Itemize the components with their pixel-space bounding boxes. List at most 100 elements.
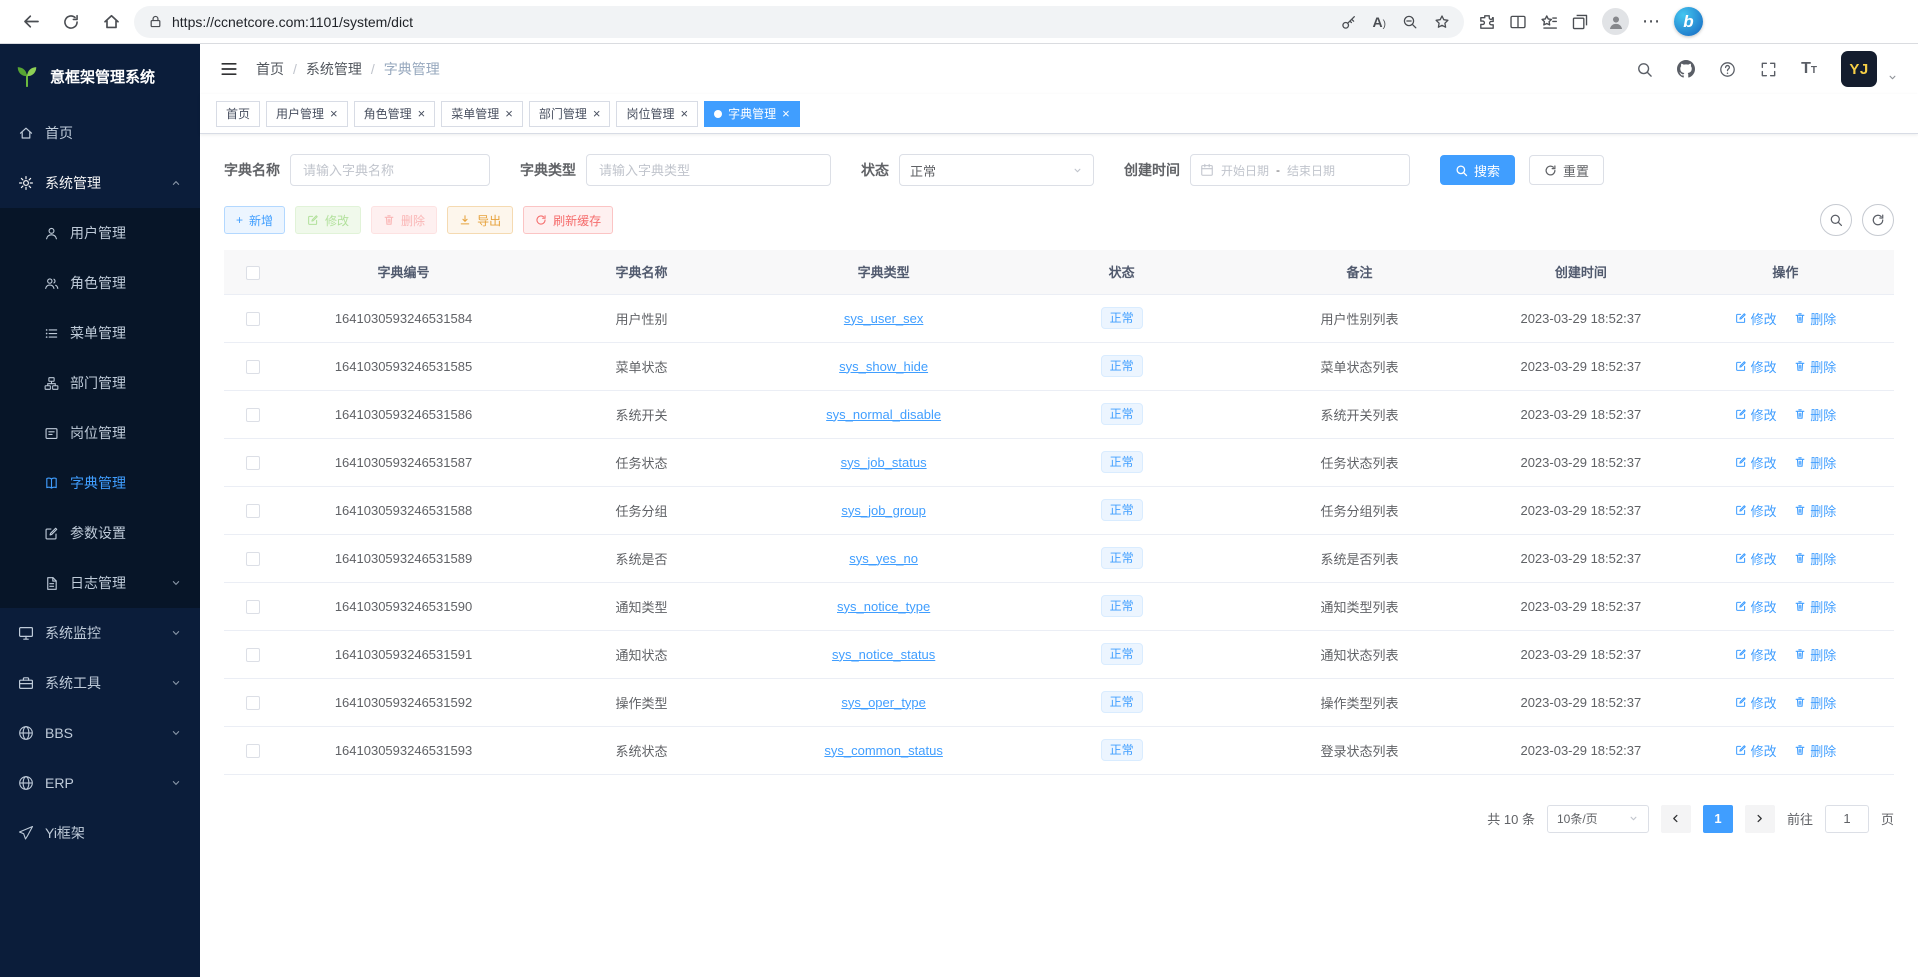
row-checkbox[interactable]	[246, 456, 260, 470]
sidebar-toggle[interactable]	[220, 60, 238, 78]
sidebar-item-user-mgmt[interactable]: 用户管理	[0, 208, 200, 258]
row-delete-link[interactable]: 删除	[1794, 741, 1836, 760]
row-checkbox[interactable]	[246, 744, 260, 758]
bing-copilot-button[interactable]: b	[1674, 7, 1703, 36]
table-header-cell[interactable]: 状态	[1009, 250, 1234, 294]
dict-type-input[interactable]	[586, 154, 831, 186]
dict-type-link[interactable]: sys_normal_disable	[826, 407, 941, 422]
tab-item[interactable]: 菜单管理 ×	[441, 101, 523, 127]
row-edit-link[interactable]: 修改	[1735, 549, 1777, 568]
row-edit-link[interactable]: 修改	[1735, 501, 1777, 520]
row-edit-link[interactable]: 修改	[1735, 741, 1777, 760]
tab-close-icon[interactable]: ×	[680, 107, 688, 120]
dict-type-link[interactable]: sys_job_status	[841, 455, 927, 470]
row-checkbox[interactable]	[246, 648, 260, 662]
add-button[interactable]: + 新增	[224, 206, 285, 234]
sidebar-item-post-mgmt[interactable]: 岗位管理	[0, 408, 200, 458]
collections-icon[interactable]	[1571, 13, 1589, 31]
refresh-button[interactable]	[54, 5, 88, 39]
font-size-icon[interactable]: TT	[1801, 60, 1817, 78]
tab-close-icon[interactable]: ×	[330, 107, 338, 120]
row-checkbox[interactable]	[246, 504, 260, 518]
zoom-out-icon[interactable]	[1402, 14, 1418, 30]
breadcrumb-item-home[interactable]: 首页	[256, 59, 284, 79]
row-delete-link[interactable]: 删除	[1794, 405, 1836, 424]
next-page-button[interactable]	[1745, 805, 1775, 833]
header-search-icon[interactable]	[1636, 61, 1653, 78]
export-button[interactable]: 导出	[447, 206, 513, 234]
goto-page-input[interactable]	[1825, 805, 1869, 833]
dict-type-link[interactable]: sys_common_status	[824, 743, 943, 758]
sidebar-item-log-mgmt[interactable]: 日志管理	[0, 558, 200, 608]
reset-button[interactable]: 重置	[1529, 155, 1604, 185]
sidebar-item-yi-framework[interactable]: Yi框架	[0, 808, 200, 858]
dict-type-link[interactable]: sys_notice_status	[832, 647, 935, 662]
delete-button[interactable]: 删除	[371, 206, 437, 234]
row-delete-link[interactable]: 删除	[1794, 693, 1836, 712]
row-delete-link[interactable]: 删除	[1794, 453, 1836, 472]
row-delete-link[interactable]: 删除	[1794, 501, 1836, 520]
user-logo[interactable]: YJ	[1841, 51, 1877, 87]
row-edit-link[interactable]: 修改	[1735, 453, 1777, 472]
table-header-cell[interactable]: 字典类型	[758, 250, 1009, 294]
tab-close-icon[interactable]: ×	[593, 107, 601, 120]
github-icon[interactable]	[1677, 60, 1695, 78]
settings-menu-button[interactable]: ⋯	[1642, 11, 1661, 32]
table-header-cell[interactable]: 操作	[1677, 250, 1894, 294]
tab-item[interactable]: 用户管理 ×	[266, 101, 348, 127]
tab-item[interactable]: 部门管理 ×	[529, 101, 611, 127]
refresh-cache-button[interactable]: 刷新缓存	[523, 206, 613, 234]
tab-item[interactable]: 角色管理 ×	[354, 101, 436, 127]
row-checkbox[interactable]	[246, 600, 260, 614]
back-button[interactable]	[14, 5, 48, 39]
edit-button[interactable]: 修改	[295, 206, 361, 234]
dict-type-link[interactable]: sys_oper_type	[841, 695, 926, 710]
tab-item[interactable]: 首页	[216, 101, 260, 127]
sidebar-item-erp[interactable]: ERP	[0, 758, 200, 808]
read-aloud-icon[interactable]: A)	[1373, 14, 1386, 30]
row-delete-link[interactable]: 删除	[1794, 597, 1836, 616]
page-number-1[interactable]: 1	[1703, 805, 1733, 833]
search-button[interactable]: 搜索	[1440, 155, 1515, 185]
key-icon[interactable]	[1341, 14, 1357, 30]
sidebar-item-param-settings[interactable]: 参数设置	[0, 508, 200, 558]
help-icon[interactable]	[1719, 61, 1736, 78]
toggle-search-button[interactable]	[1820, 204, 1852, 236]
row-checkbox[interactable]	[246, 552, 260, 566]
start-date-input[interactable]: 开始日期	[1221, 162, 1269, 179]
row-delete-link[interactable]: 删除	[1794, 309, 1836, 328]
table-header-cell[interactable]: 创建时间	[1485, 250, 1677, 294]
fullscreen-icon[interactable]	[1760, 61, 1777, 78]
row-delete-link[interactable]: 删除	[1794, 645, 1836, 664]
status-select[interactable]: 正常	[899, 154, 1094, 186]
dict-type-link[interactable]: sys_job_group	[841, 503, 926, 518]
address-bar[interactable]: https://ccnetcore.com:1101/system/dict A…	[134, 6, 1464, 38]
tab-close-icon[interactable]: ×	[418, 107, 426, 120]
row-checkbox[interactable]	[246, 312, 260, 326]
row-edit-link[interactable]: 修改	[1735, 309, 1777, 328]
row-edit-link[interactable]: 修改	[1735, 693, 1777, 712]
page-size-select[interactable]: 10条/页	[1547, 805, 1649, 833]
date-range-picker[interactable]: 开始日期 - 结束日期	[1190, 154, 1410, 186]
dict-type-link[interactable]: sys_user_sex	[844, 311, 923, 326]
row-checkbox[interactable]	[246, 360, 260, 374]
split-screen-icon[interactable]	[1509, 13, 1527, 31]
row-edit-link[interactable]: 修改	[1735, 597, 1777, 616]
favorites-bar-icon[interactable]	[1540, 13, 1558, 31]
sidebar-item-system[interactable]: 系统管理	[0, 158, 200, 208]
sidebar-item-dict-mgmt[interactable]: 字典管理	[0, 458, 200, 508]
extensions-icon[interactable]	[1478, 13, 1496, 31]
sidebar-item-menu-mgmt[interactable]: 菜单管理	[0, 308, 200, 358]
tab-close-icon[interactable]: ×	[505, 107, 513, 120]
home-button[interactable]	[94, 5, 128, 39]
row-edit-link[interactable]: 修改	[1735, 357, 1777, 376]
tab-item[interactable]: 岗位管理 ×	[616, 101, 698, 127]
sidebar-item-tools[interactable]: 系统工具	[0, 658, 200, 708]
dict-name-input[interactable]	[290, 154, 490, 186]
profile-avatar[interactable]	[1602, 8, 1629, 35]
prev-page-button[interactable]	[1661, 805, 1691, 833]
select-all-checkbox[interactable]	[246, 266, 260, 280]
tab-close-icon[interactable]: ×	[782, 107, 790, 120]
row-edit-link[interactable]: 修改	[1735, 645, 1777, 664]
dict-type-link[interactable]: sys_yes_no	[849, 551, 918, 566]
